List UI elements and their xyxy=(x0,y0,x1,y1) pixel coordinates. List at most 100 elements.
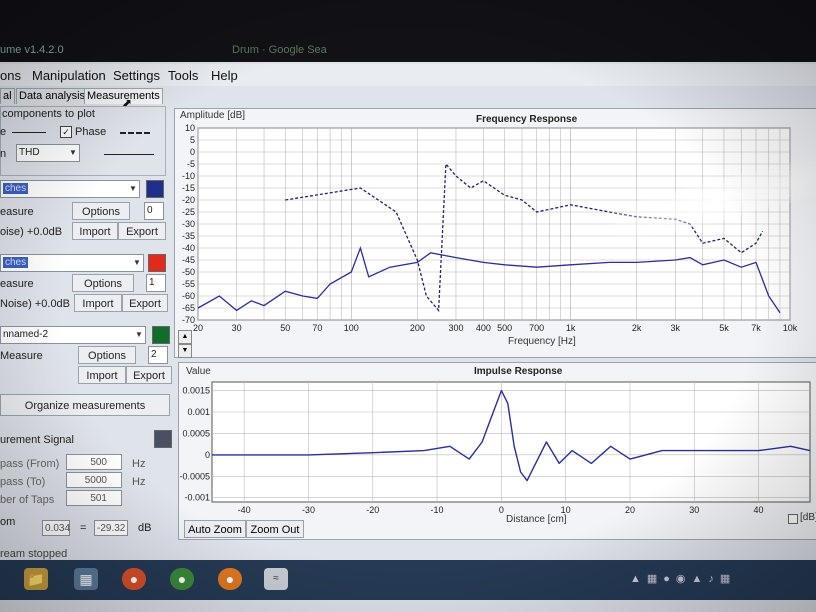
measurement-2-export-button[interactable]: Export xyxy=(126,366,172,384)
chrome-icon[interactable]: ● xyxy=(170,568,194,590)
line-label: e xyxy=(0,126,7,138)
freq-ytick-label: -45 xyxy=(182,255,195,265)
menu-manipulation[interactable]: Manipulation xyxy=(32,68,106,83)
freq-xtick-label: 7k xyxy=(751,323,761,333)
freq-ytick-label: -60 xyxy=(182,291,195,301)
freq-xtick-label: 3k xyxy=(671,323,681,333)
measurement-1-export-button[interactable]: Export xyxy=(122,294,168,312)
thd-select[interactable]: THD ▼ xyxy=(16,144,80,162)
impulse-ytick-label: -0.001 xyxy=(184,493,210,503)
measurement-1-noise: Noise) +0.0dB xyxy=(0,298,71,310)
thd-prefix: n xyxy=(0,148,7,160)
title-bar: ume v1.4.2.0 Drum · Google Sea xyxy=(0,0,816,62)
freq-xtick-label: 700 xyxy=(529,323,544,333)
measurement-2-index-spinner[interactable]: 2 xyxy=(148,346,168,364)
freq-ytick-label: -15 xyxy=(182,183,195,193)
measurement-1-options-button[interactable]: Options xyxy=(72,274,134,292)
freq-ytick-label: -5 xyxy=(187,159,195,169)
system-tray[interactable]: ▲▦●◉▲♪▦ xyxy=(630,572,810,588)
freq-ytick-label: -20 xyxy=(182,195,195,205)
freq-xtick-label: 1k xyxy=(566,323,576,333)
measurement-2-select[interactable]: nnamed-2 ▼ xyxy=(0,326,146,344)
measurement-2-name: nnamed-2 xyxy=(3,329,49,340)
signal-color-swatch[interactable] xyxy=(154,430,172,448)
db-checkbox-label: [dB] xyxy=(800,512,816,523)
tab-data-analysis[interactable]: Data analysis xyxy=(16,88,89,104)
measurement-2-measure-label[interactable]: Measure xyxy=(0,350,43,362)
app-icon[interactable]: ≈ xyxy=(264,568,288,590)
freq-xtick-label: 30 xyxy=(232,323,242,333)
measurement-1-color-swatch[interactable] xyxy=(148,254,166,272)
thd-line-sample xyxy=(104,154,154,155)
measurement-0-options-button[interactable]: Options xyxy=(72,202,130,220)
chrome-icon[interactable]: ● xyxy=(122,568,146,590)
measurement-2-color-swatch[interactable] xyxy=(152,326,170,344)
db-input[interactable]: -29.32 xyxy=(94,520,128,536)
freq-ytick-label: -65 xyxy=(182,303,195,313)
freq-xlabel: Frequency [Hz] xyxy=(508,336,576,347)
menu-settings[interactable]: Settings xyxy=(113,68,160,83)
impulse-xtick-label: -40 xyxy=(238,505,251,515)
impulse-xtick-label: 20 xyxy=(625,505,635,515)
zoom-label: om xyxy=(0,516,16,528)
measurement-1-select[interactable]: ches ▼ xyxy=(0,254,144,272)
freq-xtick-label: 500 xyxy=(497,323,512,333)
measurement-1-measure-label[interactable]: easure xyxy=(0,278,34,290)
impulse-plot-area xyxy=(211,381,811,503)
measurement-0-index-spinner[interactable]: 0 xyxy=(144,202,164,220)
auto-zoom-button[interactable]: Auto Zoom xyxy=(184,520,246,538)
impulse-xlabel: Distance [cm] xyxy=(506,514,567,525)
chevron-down-icon: ▼ xyxy=(133,258,141,267)
freq-xtick-label: 200 xyxy=(410,323,425,333)
measurement-0-export-button[interactable]: Export xyxy=(118,222,166,240)
measurement-0-select[interactable]: ches ▼ xyxy=(0,180,140,198)
menu-tools[interactable]: Tools xyxy=(168,68,198,83)
background-window-title: Drum · Google Sea xyxy=(232,44,327,56)
impulse-ytick-label: 0 xyxy=(205,450,210,460)
status-bar: ream stopped xyxy=(0,548,68,560)
measurement-1-import-button[interactable]: Import xyxy=(74,294,122,312)
frequency-response-chart[interactable]: 1050-5-10-15-20-25-30-35-40-45-50-55-60-… xyxy=(174,108,816,356)
tab-strip: al Data analysis Measurements xyxy=(0,86,170,104)
organize-measurements-button[interactable]: Organize measurements xyxy=(0,394,170,416)
impulse-ytick-label: 0.0005 xyxy=(182,428,210,438)
freq-xtick-label: 300 xyxy=(448,323,463,333)
phase-checkbox[interactable]: ✓ xyxy=(60,126,72,138)
firefox-icon[interactable]: ● xyxy=(218,568,242,590)
zoom-out-button[interactable]: Zoom Out xyxy=(246,520,304,538)
impulse-xtick-label: -10 xyxy=(431,505,444,515)
measurement-0-import-button[interactable]: Import xyxy=(72,222,118,240)
left-panel: components to plot e ✓ Phase n THD ▼ ches… xyxy=(0,104,174,544)
bandpass-to-input[interactable]: 5000 xyxy=(66,472,122,488)
menu-bar: ons Manipulation Settings Tools Help xyxy=(0,64,816,86)
freq-xtick-label: 5k xyxy=(719,323,729,333)
impulse-response-chart[interactable]: 0.0015 0.001 0.0005 0 -0.0005 -0.001 -40 -30 -20… xyxy=(178,362,816,538)
measurement-2-import-button[interactable]: Import xyxy=(78,366,126,384)
tab-general[interactable]: al xyxy=(0,88,15,104)
menu-help[interactable]: Help xyxy=(211,68,238,83)
taps-input[interactable]: 501 xyxy=(66,490,122,506)
screen: ume v1.4.2.0 Drum · Google Sea ons Manip… xyxy=(0,0,816,612)
menu-options[interactable]: ons xyxy=(0,68,21,83)
measurement-1-name: ches xyxy=(3,257,29,268)
freq-xtick-label: 10k xyxy=(783,323,798,333)
folder-icon[interactable]: 📁 xyxy=(24,568,48,590)
db-checkbox[interactable] xyxy=(788,514,798,524)
measurement-0-measure-label[interactable]: easure xyxy=(0,206,34,218)
measurement-1-index-spinner[interactable]: 1 xyxy=(146,274,166,292)
impulse-xtick-label: -20 xyxy=(366,505,379,515)
impulse-ytick-label: 0.001 xyxy=(187,407,210,417)
explorer-icon[interactable]: ▦ xyxy=(74,568,98,590)
measurement-2-options-button[interactable]: Options xyxy=(78,346,136,364)
freq-xtick-label: 100 xyxy=(344,323,359,333)
dashed-line-sample xyxy=(120,132,150,134)
freq-xtick-label: 70 xyxy=(312,323,322,333)
freq-xtick-label: 50 xyxy=(280,323,290,333)
window-title: ume v1.4.2.0 xyxy=(0,44,64,56)
bandpass-from-input[interactable]: 500 xyxy=(66,454,122,470)
freq-ytick-label: -55 xyxy=(182,279,195,289)
thd-value: THD xyxy=(19,147,40,158)
measurement-0-color-swatch[interactable] xyxy=(146,180,164,198)
zoom-input[interactable]: 0.034 xyxy=(42,520,70,536)
bandpass-to-label: pass (To) xyxy=(0,476,46,488)
